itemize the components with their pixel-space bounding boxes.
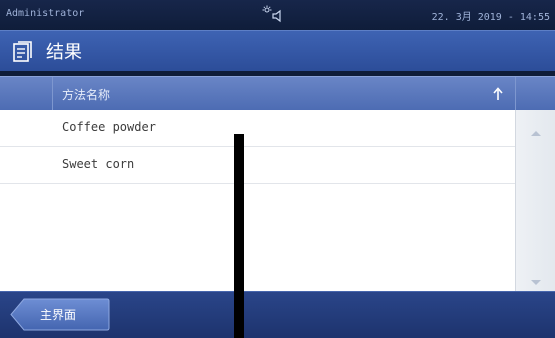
home-button[interactable]: 主界面 xyxy=(10,298,110,331)
list-scrollbar[interactable] xyxy=(515,110,555,291)
results-list: Coffee powder Sweet corn xyxy=(0,110,515,291)
bottom-action-bar: 主界面 xyxy=(0,291,555,338)
date-time: 22. 3月 2019 - 14:55 xyxy=(431,12,550,23)
title-bar: 结果 xyxy=(0,30,555,71)
method-name-cell: Sweet corn xyxy=(62,157,135,171)
results-screen: Administrator 22. 3月 2019 - 14:55 结果 方法名… xyxy=(0,0,555,338)
selection-column-header xyxy=(0,77,53,110)
user-name: Administrator xyxy=(6,8,85,19)
scroll-up-icon[interactable] xyxy=(530,122,542,136)
column-header-method-name[interactable]: 方法名称 xyxy=(62,86,110,103)
table-row[interactable]: Coffee powder xyxy=(0,110,515,147)
light-speaker-icon xyxy=(262,5,286,23)
status-bar: Administrator 22. 3月 2019 - 14:55 xyxy=(0,0,555,30)
scroll-column-header xyxy=(515,77,555,110)
scroll-down-icon[interactable] xyxy=(530,272,542,285)
black-divider-bar xyxy=(234,134,244,338)
page-title: 结果 xyxy=(46,42,82,63)
method-name-cell: Coffee powder xyxy=(62,120,156,134)
table-header[interactable]: 方法名称 xyxy=(0,76,555,110)
results-document-icon xyxy=(12,41,34,63)
sort-ascending-icon[interactable] xyxy=(492,86,504,100)
table-row[interactable]: Sweet corn xyxy=(0,147,515,184)
home-button-label: 主界面 xyxy=(40,308,77,322)
